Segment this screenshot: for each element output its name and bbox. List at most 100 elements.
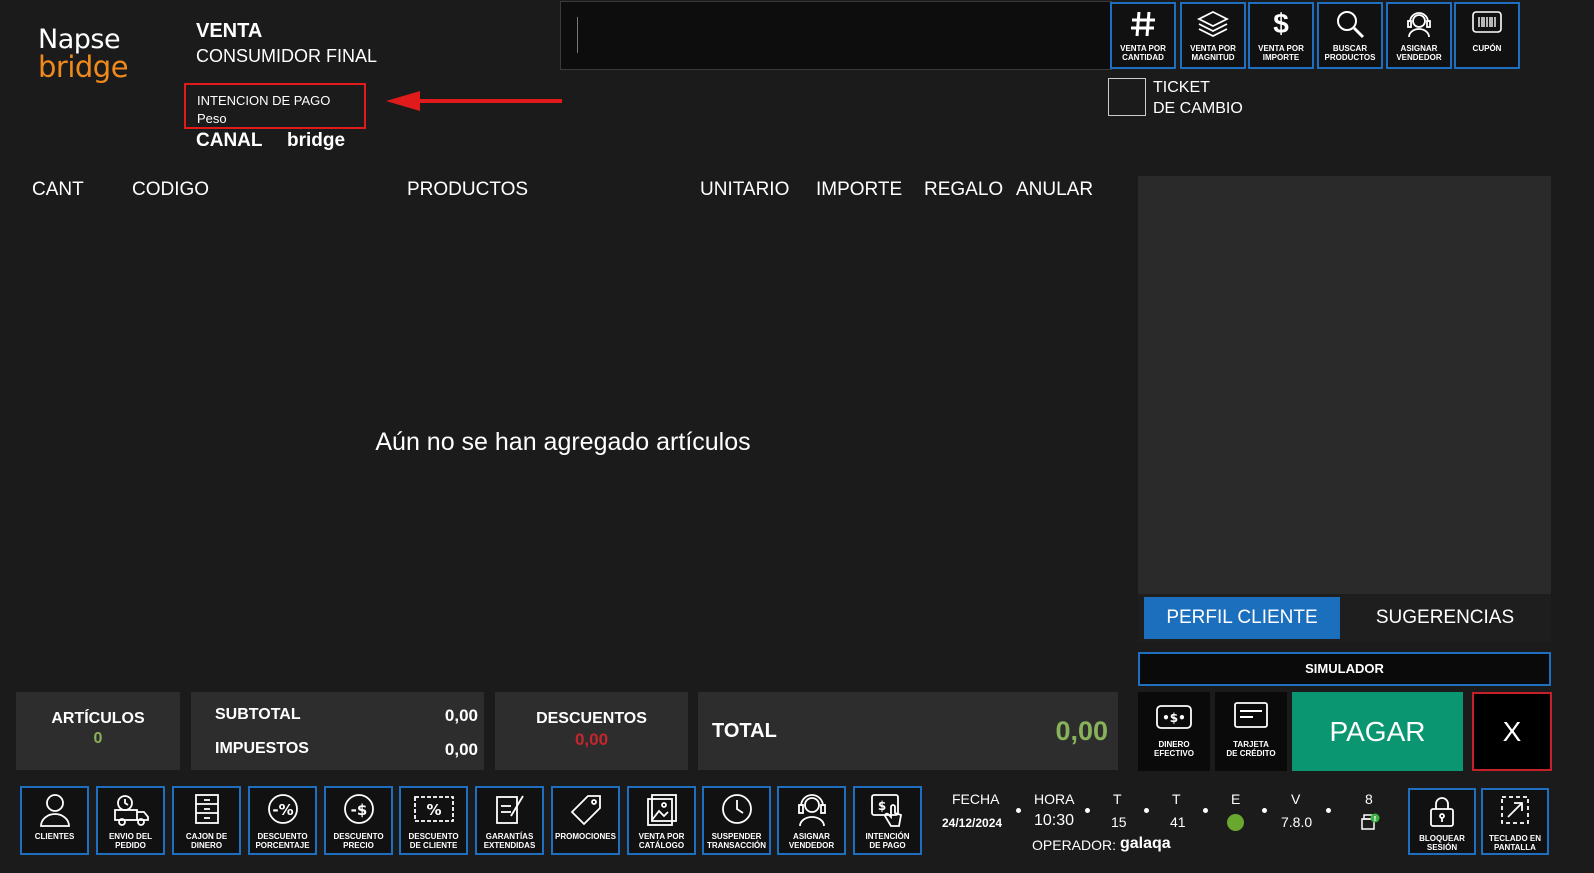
fn-extended-warranty[interactable]: GARANTÍAS EXTENDIDAS [475, 786, 544, 855]
col-header-code: CODIGO [132, 179, 210, 200]
fn-catalog-sale[interactable]: VENTA POR CATÁLOGO [627, 786, 696, 855]
col-header-void: ANULAR [1016, 179, 1094, 200]
tool-assign-seller[interactable]: ASIGNAR VENDEDOR [1386, 2, 1452, 69]
discounts-summary: DESCUENTOS 0,00 [495, 692, 688, 770]
logo-bridge: bridge [38, 50, 129, 84]
tool-coupon[interactable]: CUPÓN [1454, 2, 1520, 69]
total-value: 0,00 [1055, 716, 1108, 746]
date-value: 24/12/2024 [942, 816, 1003, 830]
canal-value: bridge [287, 130, 346, 151]
svg-text:-%: -% [272, 801, 293, 819]
tab-suggestions[interactable]: SUGERENCIAS [1345, 597, 1545, 639]
fn-customers[interactable]: CLIENTES [20, 786, 89, 855]
fn-promotions[interactable]: PROMOCIONES [551, 786, 620, 855]
col-header-gift: REGALO [924, 179, 1004, 200]
exchange-ticket-label: TICKET DE CAMBIO [1153, 79, 1243, 117]
terminal-value: 15 [1111, 814, 1127, 830]
cash-payment-button[interactable]: •$• DINERO EFECTIVO [1138, 692, 1210, 771]
version-value: 7.8.0 [1281, 814, 1313, 830]
total-summary: TOTAL 0,00 [698, 692, 1118, 770]
expand-icon [1483, 790, 1547, 834]
articles-count: 0 [93, 730, 103, 747]
tool-search-products[interactable]: BUSCAR PRODUCTOS [1317, 2, 1383, 69]
product-search-input[interactable] [560, 1, 1112, 70]
cancel-sale-button[interactable]: X [1472, 692, 1552, 771]
truck-icon [98, 788, 163, 832]
screen-keyboard-button[interactable]: TECLADO EN PANTALLA [1481, 788, 1549, 855]
tool-label: BUSCAR PRODUCTOS [1324, 44, 1376, 62]
fn-payment-intent[interactable]: $ INTENCIÓN DE PAGO [853, 786, 922, 855]
hash-icon [1112, 4, 1174, 44]
tool-sale-by-magnitude[interactable]: VENTA POR MAGNITUD [1180, 2, 1246, 69]
customer-panel [1138, 176, 1551, 594]
date-label: FECHA [952, 791, 1000, 807]
headset-icon [1388, 4, 1450, 44]
payment-intent-label: INTENCION DE PAGO [197, 93, 331, 108]
version-label: V [1291, 791, 1301, 807]
taxes-value: 0,00 [444, 740, 478, 759]
sale-type: VENTA [196, 20, 263, 42]
time-value: 10:30 [1034, 812, 1075, 829]
fn-percent-discount[interactable]: -% DESCUENTO PORCENTAJE [248, 786, 317, 855]
document-pen-icon [477, 788, 542, 832]
separator-dot [1326, 808, 1331, 813]
subtotal-value: 0,00 [444, 706, 478, 725]
arrow-left-icon [386, 91, 562, 111]
clock-icon [704, 788, 769, 832]
payment-intent-value: Peso [197, 111, 227, 126]
separator-dot [1016, 808, 1021, 813]
tool-label: VENTA POR IMPORTE [1258, 44, 1304, 62]
empty-items-message: Aún no se han agregado artículos [375, 428, 751, 456]
col-header-qty: CANT [32, 179, 84, 200]
svg-text:-$: -$ [350, 801, 367, 819]
exchange-ticket-checkbox[interactable] [1108, 78, 1146, 116]
tool-sale-by-amount[interactable]: $ VENTA POR IMPORTE [1248, 2, 1314, 69]
transaction-label: T [1172, 791, 1181, 807]
coupon-icon: % [401, 788, 466, 832]
separator-dot [1085, 808, 1090, 813]
col-header-unit: UNITARIO [700, 179, 790, 200]
cash-icon: •$• [1138, 692, 1210, 740]
svg-text:!: ! [1373, 815, 1376, 823]
pending-count: 8 [1365, 791, 1373, 807]
headset-icon [779, 788, 844, 832]
layers-icon [1182, 4, 1244, 44]
simulator-button[interactable]: SIMULADOR [1138, 652, 1551, 686]
tag-icon [553, 788, 618, 832]
transaction-value: 41 [1170, 814, 1186, 830]
lock-session-button[interactable]: BLOQUEAR SESIÓN [1408, 788, 1476, 855]
customer-name[interactable]: CONSUMIDOR FINAL [196, 46, 377, 67]
credit-card-icon [1215, 692, 1287, 740]
printer-alert-icon: ! [1361, 813, 1380, 830]
search-icon [1319, 4, 1381, 44]
tab-customer-profile[interactable]: PERFIL CLIENTE [1144, 597, 1340, 639]
terminal-label: T [1113, 791, 1122, 807]
discounts-value: 0,00 [574, 730, 609, 749]
col-header-amount: IMPORTE [816, 179, 903, 200]
operator-label: OPERADOR: [1032, 837, 1117, 853]
payment-intent-highlight: INTENCION DE PAGO Peso [184, 83, 366, 129]
time-label: HORA [1034, 791, 1075, 807]
barcode-icon [1456, 4, 1518, 44]
percent-icon: -% [250, 788, 315, 832]
credit-card-button[interactable]: TARJETA DE CRÉDITO [1215, 692, 1287, 771]
fn-suspend-transaction[interactable]: SUSPENDER TRANSACCIÓN [702, 786, 771, 855]
svg-text:%: % [426, 801, 441, 819]
fn-assign-seller[interactable]: ASIGNAR VENDEDOR [777, 786, 846, 855]
canal-label: CANAL [196, 130, 263, 151]
tool-sale-by-quantity[interactable]: VENTA POR CANTIDAD [1110, 2, 1176, 69]
tool-label: VENTA POR MAGNITUD [1190, 44, 1236, 62]
fn-cash-drawer[interactable]: CAJON DE DINERO [172, 786, 241, 855]
lock-icon [1410, 790, 1474, 834]
fn-customer-discount[interactable]: % DESCUENTO DE CLIENTE [399, 786, 468, 855]
status-label: E [1231, 791, 1241, 807]
status-ok-indicator [1227, 814, 1244, 831]
fn-order-shipping[interactable]: ENVIO DEL PEDIDO [96, 786, 165, 855]
pay-button[interactable]: PAGAR [1292, 692, 1463, 771]
tool-label: VENTA POR CANTIDAD [1120, 44, 1166, 62]
tool-label: CUPÓN [1472, 44, 1502, 53]
separator-dot [1262, 808, 1267, 813]
fn-price-discount[interactable]: -$ DESCUENTO PRECIO [324, 786, 393, 855]
payment-intent-icon: $ [855, 788, 920, 832]
dollar-icon: $ [1273, 8, 1289, 39]
